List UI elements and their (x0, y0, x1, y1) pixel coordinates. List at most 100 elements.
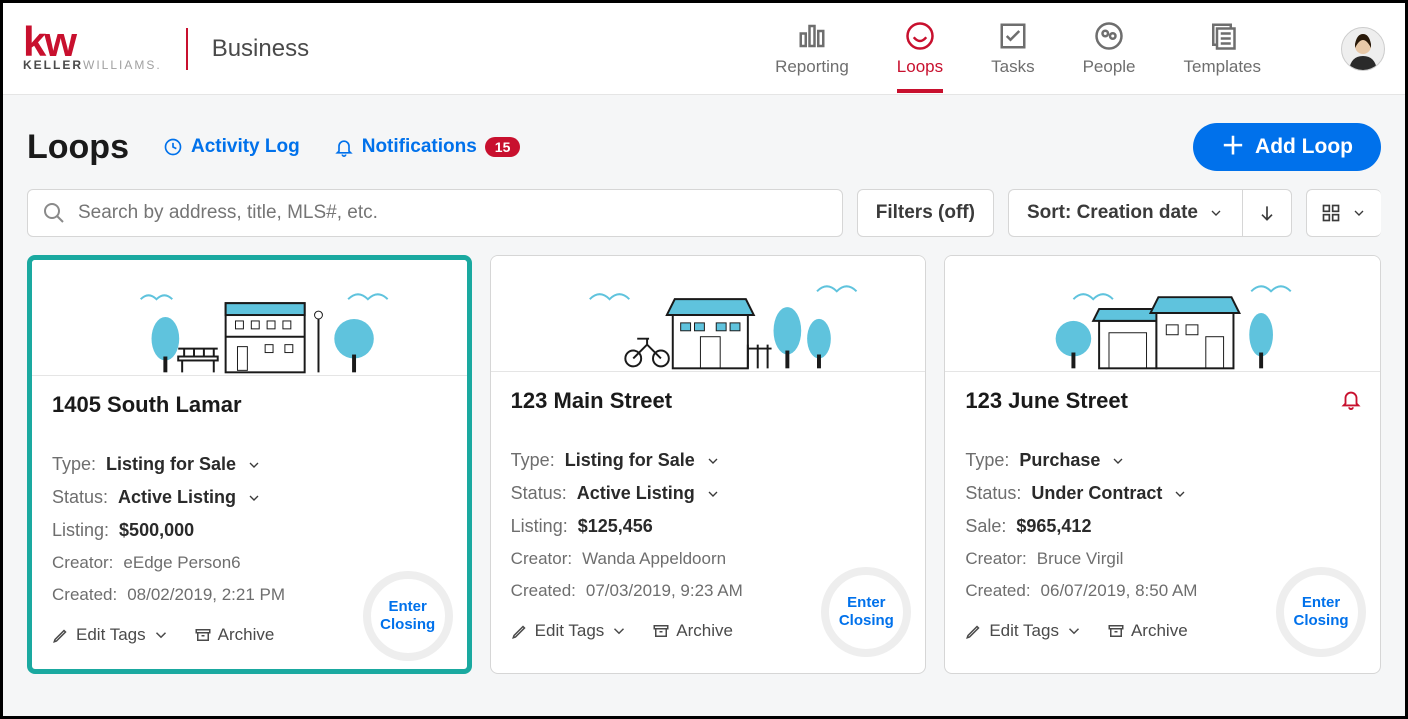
created-value: 07/03/2019, 9:23 AM (586, 581, 743, 601)
archive-button[interactable]: Archive (652, 621, 733, 641)
topbar: kw KELLERWILLIAMS. Business Reporting Lo… (3, 3, 1405, 95)
section-title: Business (212, 35, 309, 63)
enter-closing-button[interactable]: Enter Closing (363, 571, 453, 661)
arrow-down-icon (1257, 203, 1277, 223)
type-value[interactable]: Listing for Sale (565, 450, 695, 471)
templates-icon (1207, 21, 1237, 51)
status-value[interactable]: Active Listing (118, 487, 236, 508)
loop-card[interactable]: 123 Main Street Type:Listing for Sale St… (490, 255, 927, 674)
view-group (1306, 189, 1381, 237)
enter-closing-button[interactable]: Enter Closing (821, 567, 911, 657)
search-box[interactable] (27, 189, 843, 237)
status-value[interactable]: Under Contract (1031, 483, 1162, 504)
chevron-down-icon (1208, 205, 1224, 221)
chevron-down-icon (246, 490, 262, 506)
clock-icon (163, 137, 183, 157)
avatar[interactable] (1341, 27, 1385, 71)
archive-button[interactable]: Archive (1107, 621, 1188, 641)
activity-log-link[interactable]: Activity Log (163, 136, 300, 158)
nav-templates[interactable]: Templates (1184, 5, 1261, 93)
nav-reporting[interactable]: Reporting (775, 5, 849, 93)
nav-tasks-label: Tasks (991, 57, 1034, 77)
nav-loops[interactable]: Loops (897, 5, 943, 93)
enter-closing-label: Enter Closing (380, 598, 435, 634)
chevron-down-icon (246, 457, 262, 473)
chevron-down-icon (1172, 486, 1188, 502)
bell-icon (334, 137, 354, 157)
archive-button[interactable]: Archive (194, 625, 275, 645)
chevron-down-icon (1110, 453, 1126, 469)
sort-group: Sort: Creation date (1008, 189, 1292, 237)
add-loop-button[interactable]: ＋ Add Loop (1193, 123, 1381, 171)
notifications-link[interactable]: Notifications 15 (334, 136, 521, 158)
edit-tags-label: Edit Tags (76, 625, 146, 645)
status-label: Status: (511, 483, 567, 504)
loop-card[interactable]: 123 June Street Type:Purchase Status:Und… (944, 255, 1381, 674)
creator-value: eEdge Person6 (123, 553, 240, 573)
page-header: Loops Activity Log Notifications 15 ＋ Ad… (3, 95, 1405, 189)
created-label: Created: (52, 585, 117, 605)
creator-value: Wanda Appeldoorn (582, 549, 726, 569)
creator-label: Creator: (52, 553, 113, 573)
logo-small-light: WILLIAMS. (83, 58, 162, 72)
price-value: $500,000 (119, 520, 194, 541)
type-value[interactable]: Purchase (1019, 450, 1100, 471)
type-label: Type: (52, 454, 96, 475)
house-garage-illustration-icon (945, 256, 1380, 371)
notifications-label: Notifications (362, 136, 477, 158)
edit-tags-label: Edit Tags (535, 621, 605, 641)
archive-icon (652, 622, 670, 640)
edit-tags-button[interactable]: Edit Tags (511, 621, 629, 641)
nav-tasks[interactable]: Tasks (991, 5, 1034, 93)
bar-chart-icon (797, 21, 827, 51)
type-value[interactable]: Listing for Sale (106, 454, 236, 475)
archive-label: Archive (1131, 621, 1188, 641)
created-label: Created: (511, 581, 576, 601)
card-illustration (945, 256, 1380, 372)
filters-button[interactable]: Filters (off) (857, 189, 994, 237)
chevron-down-icon (152, 626, 170, 644)
nav-reporting-label: Reporting (775, 57, 849, 77)
logo-small-dark: KELLER (23, 58, 83, 72)
main-nav: Reporting Loops Tasks People Templates (775, 5, 1385, 93)
creator-label: Creator: (511, 549, 572, 569)
chevron-down-icon (705, 453, 721, 469)
archive-icon (194, 626, 212, 644)
price-value: $965,412 (1016, 516, 1091, 537)
nav-templates-label: Templates (1184, 57, 1261, 77)
sort-button[interactable]: Sort: Creation date (1008, 189, 1242, 237)
creator-label: Creator: (965, 549, 1026, 569)
card-illustration (491, 256, 926, 372)
filters-label: Filters (off) (876, 202, 975, 224)
edit-tags-button[interactable]: Edit Tags (52, 625, 170, 645)
nav-people-label: People (1083, 57, 1136, 77)
edit-tags-button[interactable]: Edit Tags (965, 621, 1083, 641)
chevron-down-icon (705, 486, 721, 502)
view-mode-button[interactable] (1306, 189, 1381, 237)
archive-icon (1107, 622, 1125, 640)
smile-icon (905, 21, 935, 51)
grid-icon (1321, 203, 1341, 223)
people-icon (1094, 21, 1124, 51)
kw-logo: kw KELLERWILLIAMS. (23, 25, 162, 73)
status-label: Status: (965, 483, 1021, 504)
archive-label: Archive (676, 621, 733, 641)
search-input[interactable] (78, 202, 828, 224)
pencil-icon (965, 622, 983, 640)
enter-closing-button[interactable]: Enter Closing (1276, 567, 1366, 657)
enter-closing-label: Enter Closing (839, 594, 894, 630)
brand-block: kw KELLERWILLIAMS. Business (23, 25, 309, 73)
alert-bell-icon[interactable] (1340, 388, 1362, 410)
cards-row: 1405 South Lamar Type:Listing for Sale S… (3, 255, 1405, 674)
nav-people[interactable]: People (1083, 5, 1136, 93)
nav-loops-label: Loops (897, 57, 943, 77)
archive-label: Archive (218, 625, 275, 645)
type-label: Type: (965, 450, 1009, 471)
price-label: Listing: (511, 516, 568, 537)
status-value[interactable]: Active Listing (577, 483, 695, 504)
sort-direction-button[interactable] (1242, 189, 1292, 237)
plus-icon: ＋ (1221, 135, 1245, 159)
logo-big: kw (23, 25, 162, 59)
created-value: 08/02/2019, 2:21 PM (127, 585, 285, 605)
loop-card[interactable]: 1405 South Lamar Type:Listing for Sale S… (27, 255, 472, 674)
